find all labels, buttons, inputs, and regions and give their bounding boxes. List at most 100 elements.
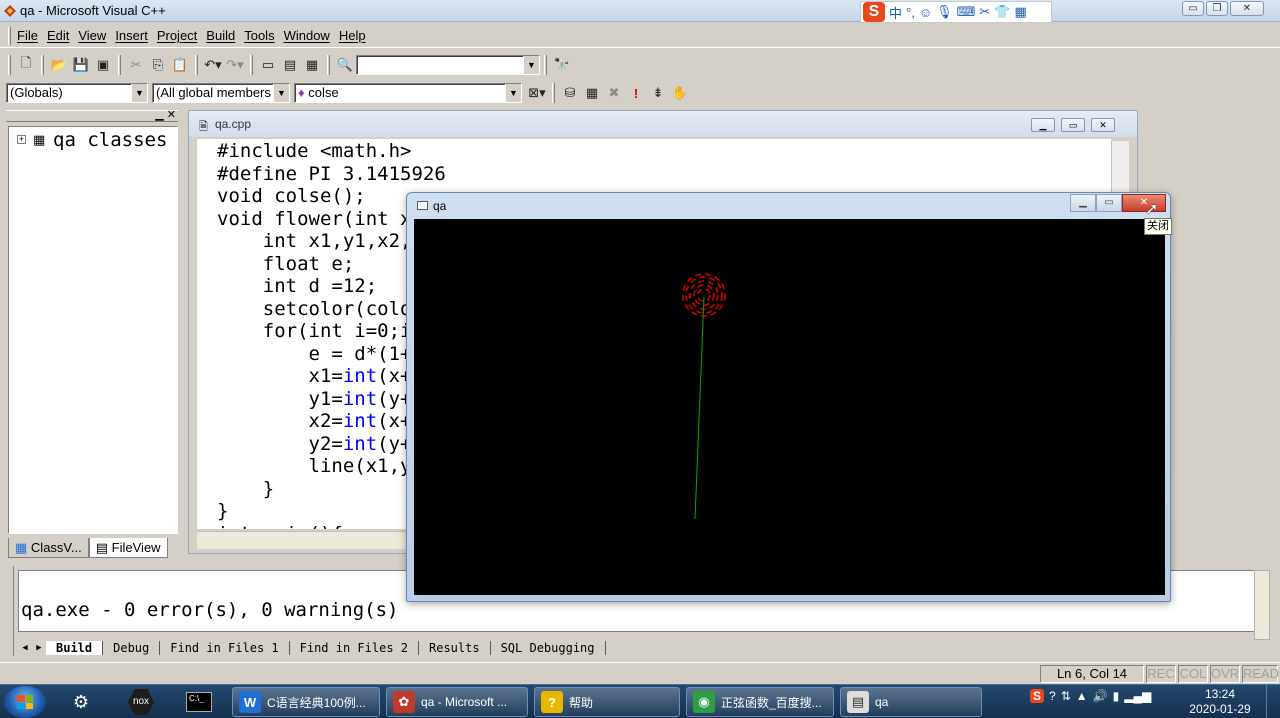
breakpoint-icon[interactable]: ✋	[669, 83, 691, 103]
member-combo[interactable]: ♦ colse ▼	[294, 83, 522, 103]
taskbar-item[interactable]: ? 帮助	[534, 687, 680, 717]
ime-menu-icon[interactable]: ▦	[1014, 4, 1026, 20]
output-scrollbar[interactable]	[1254, 570, 1270, 640]
tab-scroll-right-icon[interactable]: ▶	[32, 643, 46, 653]
cut-icon[interactable]: ✂	[125, 55, 147, 75]
tab-debug[interactable]: Debug	[103, 641, 161, 655]
compile-icon[interactable]: ⛁	[559, 83, 581, 103]
nox-player-icon[interactable]: nox	[118, 688, 164, 716]
workspace-toggle-icon[interactable]: ▭	[257, 55, 279, 75]
tab-find-in-files-2[interactable]: Find in Files 2	[290, 641, 419, 655]
power-icon[interactable]: ▮	[1113, 689, 1120, 703]
expand-icon[interactable]: +	[17, 135, 26, 144]
find-icon[interactable]: 🔭	[551, 55, 573, 75]
taskbar-item[interactable]: ✿ qa - Microsoft ...	[386, 687, 528, 717]
menu-bar: File Edit View Insert Project Build Tool…	[0, 24, 1280, 48]
menu-tools[interactable]: Tools	[244, 28, 274, 43]
clock[interactable]: 13:24 2020-01-29	[1188, 687, 1252, 717]
editor-minimize-button[interactable]: ▁	[1031, 118, 1055, 132]
menu-window[interactable]: Window	[284, 28, 330, 43]
help-tray-icon[interactable]: ?	[1049, 689, 1056, 703]
taskbar-item[interactable]: W C语言经典100例...	[232, 687, 380, 717]
taskbar-item[interactable]: ◉ 正弦函数_百度搜...	[686, 687, 834, 717]
wizard-actions-icon[interactable]: ⊠▾	[526, 83, 548, 103]
ime-punctuation-icon[interactable]: °,	[906, 5, 915, 20]
code-line[interactable]: #include <math.h>	[217, 140, 1111, 163]
taskbar-item-label: qa	[875, 695, 889, 709]
save-all-icon[interactable]: ▣	[92, 55, 114, 75]
code-line[interactable]: #define PI 3.1415926	[217, 163, 1111, 186]
show-desktop-button[interactable]	[1266, 685, 1280, 718]
toolbar-separator	[552, 83, 555, 103]
stop-build-icon[interactable]: ✖	[603, 83, 625, 103]
menu-build[interactable]: Build	[206, 28, 235, 43]
ime-keyboard-icon[interactable]: ⌨	[957, 4, 976, 20]
minimize-button[interactable]: ▭	[1182, 1, 1204, 16]
signal-icon[interactable]: ▂▄▆	[1124, 689, 1151, 703]
filter-combo[interactable]: (All global members ▼	[152, 83, 290, 103]
menu-project[interactable]: Project	[157, 28, 197, 43]
close-button[interactable]: ✕	[1230, 1, 1264, 16]
ime-skin-icon[interactable]: 👕	[994, 4, 1010, 20]
program-window-icon	[417, 201, 428, 210]
ime-voice-icon[interactable]: 🎙	[936, 4, 953, 20]
open-folder-icon[interactable]: 📂	[48, 55, 70, 75]
tab-classview[interactable]: ▦ ClassV...	[8, 538, 89, 558]
ime-emoji-icon[interactable]: ☺	[919, 5, 932, 20]
new-file-icon[interactable]: 🗋	[15, 55, 37, 75]
paste-icon[interactable]: 📋	[169, 55, 191, 75]
menu-insert[interactable]: Insert	[115, 28, 148, 43]
tree-root-label[interactable]: qa classes	[53, 129, 167, 151]
close-icon[interactable]: ▁ ✕	[155, 108, 176, 121]
editor-close-button[interactable]: ✕	[1091, 118, 1115, 132]
tab-scroll-left-icon[interactable]: ◀	[18, 643, 32, 653]
copy-icon[interactable]: ⎘	[147, 55, 169, 75]
find-combo[interactable]: ▼	[356, 55, 540, 75]
editor-maximize-button[interactable]: ▭	[1061, 118, 1085, 132]
chevron-down-icon[interactable]: ▼	[273, 84, 289, 102]
scope-combo[interactable]: (Globals) ▼	[6, 83, 148, 103]
tab-build[interactable]: Build	[46, 641, 104, 655]
chevron-down-icon[interactable]: ▼	[523, 56, 539, 74]
tab-fileview[interactable]: ▤ FileView	[88, 538, 168, 558]
volume-icon[interactable]: 🔊	[1093, 689, 1108, 703]
ime-chinese-mode[interactable]: 中	[889, 3, 902, 22]
menu-view[interactable]: View	[78, 28, 106, 43]
undo-icon[interactable]: ↶▾	[202, 55, 224, 75]
window-list-icon[interactable]: ▦	[301, 55, 323, 75]
build-icon[interactable]: ▦	[581, 83, 603, 103]
chevron-down-icon[interactable]: ▼	[505, 84, 521, 102]
menu-help[interactable]: Help	[339, 28, 366, 43]
show-hidden-icons-icon[interactable]: ▲	[1076, 689, 1088, 703]
program-minimize-button[interactable]: ▁	[1070, 194, 1096, 212]
output-toggle-icon[interactable]: ▤	[279, 55, 301, 75]
tab-results[interactable]: Results	[419, 641, 491, 655]
tab-find-in-files-1[interactable]: Find in Files 1	[160, 641, 290, 655]
class-tree[interactable]: + ▦ qa classes	[8, 126, 178, 534]
standard-toolbar: 🗋 📂 💾 ▣ ✂ ⎘ 📋 ↶▾ ↷▾ ▭ ▤ ▦ 🔍 ▼ 🔭	[0, 51, 1280, 79]
code-token: #define PI 3.1415926	[217, 162, 446, 185]
sogou-tray-icon[interactable]: S	[1030, 689, 1045, 703]
go-icon[interactable]: ⇟	[647, 83, 669, 103]
save-icon[interactable]: 💾	[70, 55, 92, 75]
chevron-down-icon[interactable]: ▼	[131, 84, 147, 102]
tab-sql-debugging[interactable]: SQL Debugging	[491, 641, 606, 655]
restore-button[interactable]: ❐	[1206, 1, 1228, 16]
redo-icon[interactable]: ↷▾	[224, 55, 246, 75]
menu-edit[interactable]: Edit	[47, 28, 69, 43]
find-in-files-icon[interactable]: 🔍	[334, 55, 356, 75]
program-close-button[interactable]: ✕	[1122, 194, 1166, 212]
ime-tools-icon[interactable]: ✂	[979, 4, 990, 20]
ime-toolbar[interactable]: S 中 °, ☺ 🎙 ⌨ ✂ 👕 ▦	[860, 1, 1052, 23]
taskbar-item[interactable]: ▤ qa	[840, 687, 982, 717]
program-maximize-button[interactable]: ▭	[1096, 194, 1122, 212]
col-indicator: COL	[1178, 665, 1208, 683]
settings-gear-icon[interactable]: ⚙	[58, 688, 104, 716]
start-button[interactable]	[4, 686, 46, 718]
command-prompt-icon[interactable]: C:\_	[176, 688, 222, 716]
network-tray-icon[interactable]: ⇅	[1061, 689, 1071, 703]
menu-file[interactable]: File	[17, 28, 38, 43]
code-token: y2=	[217, 432, 343, 455]
execute-icon[interactable]: !	[625, 83, 647, 103]
code-token: float e;	[217, 252, 355, 275]
